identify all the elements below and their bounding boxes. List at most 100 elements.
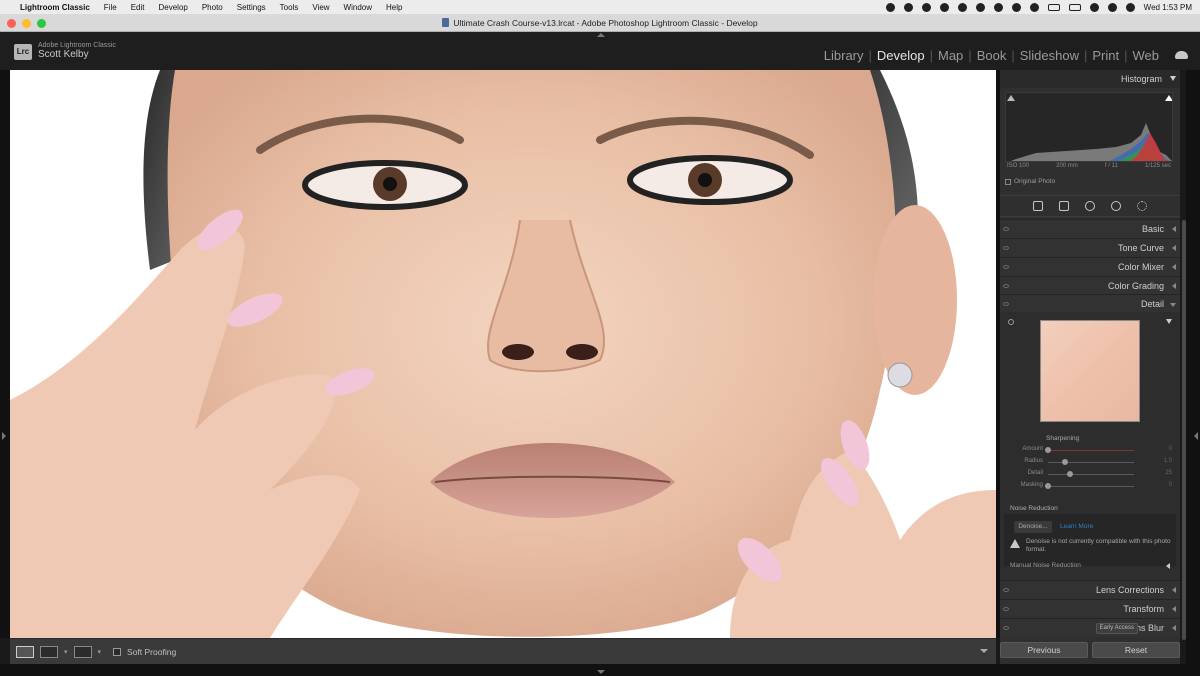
original-photo-row[interactable]: Original Photo <box>1005 178 1055 185</box>
histogram-graph[interactable] <box>1005 92 1173 162</box>
collapse-icon[interactable] <box>1172 625 1176 631</box>
maximize-button[interactable] <box>37 19 46 28</box>
eye-icon[interactable] <box>1003 588 1009 592</box>
before-after-button[interactable] <box>40 645 58 658</box>
status-icon[interactable] <box>993 2 1003 12</box>
right-panel-toggle-icon[interactable] <box>1194 432 1198 440</box>
histogram-header[interactable]: Histogram <box>1000 70 1180 88</box>
detail-preview[interactable] <box>1040 320 1140 422</box>
bluetooth-icon[interactable] <box>1011 2 1021 12</box>
slider-masking[interactable]: Masking 0 <box>1000 481 1180 491</box>
collapse-icon[interactable] <box>1172 587 1176 593</box>
module-develop[interactable]: Develop <box>872 48 930 63</box>
healing-icon[interactable] <box>1085 201 1095 211</box>
photo-canvas[interactable] <box>10 70 996 638</box>
slider-detail[interactable]: Detail 25 <box>1000 469 1180 479</box>
menu-settings[interactable]: Settings <box>237 3 266 12</box>
display-icon[interactable] <box>1047 3 1060 11</box>
status-icon[interactable] <box>921 2 931 12</box>
menu-clock[interactable]: Wed 1:53 PM <box>1144 3 1192 12</box>
menu-develop[interactable]: Develop <box>158 3 187 12</box>
chevron-down-icon[interactable]: ▾ <box>98 648 102 656</box>
module-print[interactable]: Print <box>1087 48 1124 63</box>
cloud-sync-icon[interactable] <box>1175 51 1188 59</box>
slider-track[interactable] <box>1048 486 1134 487</box>
menu-tools[interactable]: Tools <box>280 3 299 12</box>
panel-basic-header[interactable]: Basic <box>1000 219 1180 238</box>
menu-edit[interactable]: Edit <box>131 3 145 12</box>
status-icon[interactable] <box>939 2 949 12</box>
panel-detail-header[interactable]: Detail <box>1000 294 1180 313</box>
module-web[interactable]: Web <box>1128 48 1165 63</box>
eye-icon[interactable] <box>1003 302 1009 306</box>
menu-app[interactable]: Lightroom Classic <box>20 3 90 12</box>
eye-icon[interactable] <box>1003 227 1009 231</box>
slider-amount[interactable]: Amount 0 <box>1000 445 1180 455</box>
wifi-icon[interactable] <box>1089 2 1099 12</box>
eye-icon[interactable] <box>1003 626 1009 630</box>
slider-value[interactable]: 1.0 <box>1164 458 1172 464</box>
eye-icon[interactable] <box>1003 607 1009 611</box>
chevron-down-icon[interactable]: ▾ <box>64 648 68 656</box>
collapse-icon[interactable] <box>1172 245 1176 251</box>
preview-toggle-icon[interactable] <box>1166 319 1172 324</box>
panel-lens-blur-header[interactable]: Early Access Lens Blur <box>1000 618 1180 637</box>
search-icon[interactable] <box>1107 2 1117 12</box>
close-button[interactable] <box>7 19 16 28</box>
menu-window[interactable]: Window <box>344 3 372 12</box>
reset-button[interactable]: Reset <box>1092 642 1180 658</box>
left-panel-edge[interactable] <box>0 70 10 638</box>
menu-file[interactable]: File <box>104 3 117 12</box>
slider-knob[interactable] <box>1062 459 1069 465</box>
slider-value[interactable]: 25 <box>1165 470 1172 476</box>
manual-noise-reduction-label[interactable]: Manual Noise Reduction <box>1010 562 1081 569</box>
panel-transform-header[interactable]: Transform <box>1000 599 1180 618</box>
status-icon[interactable] <box>903 2 913 12</box>
edit-sliders-icon[interactable] <box>1033 201 1043 211</box>
denoise-button[interactable]: Denoise... <box>1014 521 1052 533</box>
slider-knob[interactable] <box>1066 471 1073 477</box>
collapse-icon[interactable] <box>1172 606 1176 612</box>
panel-lens-corrections-header[interactable]: Lens Corrections <box>1000 580 1180 599</box>
slider-knob[interactable] <box>1045 483 1051 489</box>
collapse-icon[interactable] <box>1172 264 1176 270</box>
module-map[interactable]: Map <box>933 48 968 63</box>
loupe-view-button[interactable] <box>16 645 34 658</box>
top-panel-toggle-icon[interactable] <box>597 33 605 37</box>
status-icon[interactable] <box>1029 2 1039 12</box>
minimize-button[interactable] <box>22 19 31 28</box>
expand-icon[interactable] <box>1170 303 1176 307</box>
slider-value[interactable]: 0 <box>1169 446 1172 452</box>
toolbar-menu-icon[interactable] <box>980 649 988 653</box>
eye-icon[interactable] <box>1003 246 1009 250</box>
module-slideshow[interactable]: Slideshow <box>1015 48 1084 63</box>
menu-help[interactable]: Help <box>386 3 402 12</box>
original-photo-checkbox[interactable] <box>1005 178 1011 185</box>
module-book[interactable]: Book <box>972 48 1012 63</box>
red-eye-icon[interactable] <box>1111 201 1121 211</box>
slider-radius[interactable]: Radius 1.0 <box>1000 457 1180 467</box>
collapse-icon[interactable] <box>1172 283 1176 289</box>
collapse-icon[interactable] <box>1172 226 1176 232</box>
panel-color-mixer-header[interactable]: Color Mixer <box>1000 257 1180 276</box>
menu-photo[interactable]: Photo <box>202 3 223 12</box>
slider-value[interactable]: 0 <box>1169 482 1172 488</box>
masking-icon[interactable] <box>1137 201 1147 211</box>
control-center-icon[interactable] <box>1125 2 1135 12</box>
before-after-split-button[interactable] <box>73 645 92 658</box>
soft-proofing-checkbox[interactable] <box>113 647 122 656</box>
status-icon[interactable] <box>885 2 895 12</box>
status-icon[interactable] <box>957 2 967 12</box>
module-library[interactable]: Library <box>819 48 869 63</box>
status-icon[interactable] <box>975 2 985 12</box>
eye-icon[interactable] <box>1003 284 1009 288</box>
panel-tone-curve-header[interactable]: Tone Curve <box>1000 238 1180 257</box>
panel-color-grading-header[interactable]: Color Grading <box>1000 276 1180 295</box>
slider-knob[interactable] <box>1045 447 1051 453</box>
slider-track[interactable] <box>1048 474 1134 475</box>
crop-icon[interactable] <box>1059 201 1069 211</box>
left-panel-toggle-icon[interactable] <box>2 432 6 440</box>
slider-track[interactable] <box>1048 450 1134 451</box>
manual-nr-expand-icon[interactable] <box>1166 563 1170 569</box>
battery-icon[interactable] <box>1068 3 1081 11</box>
